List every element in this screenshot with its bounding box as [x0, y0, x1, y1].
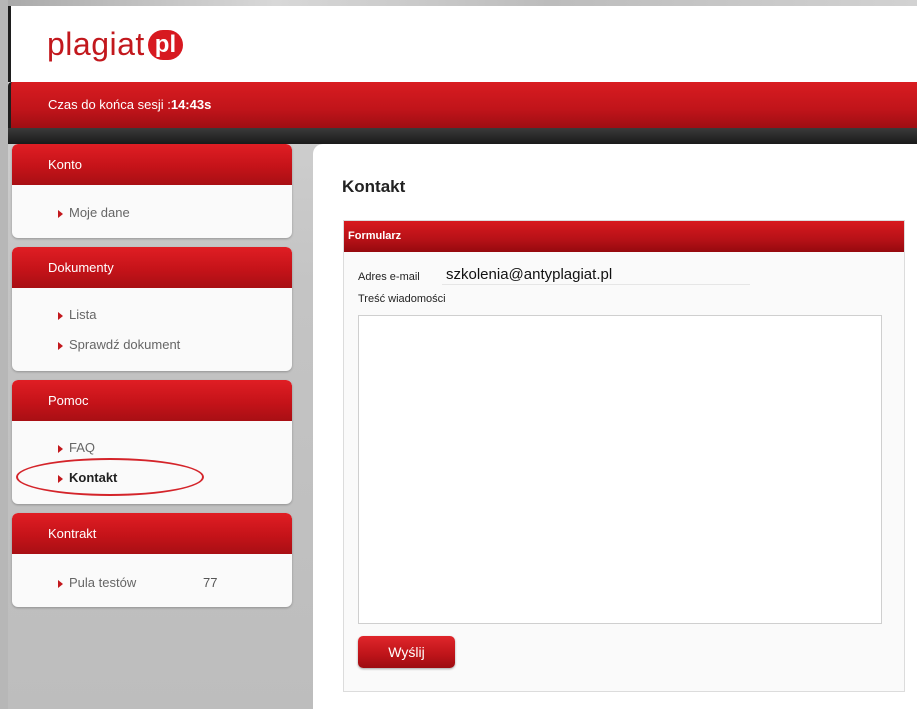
triangle-right-icon [58, 445, 63, 453]
sidebar-item-moje-dane[interactable]: Moje dane [12, 198, 292, 228]
triangle-right-icon [58, 210, 63, 218]
session-bar: Czas do końca sesji :14:43s [8, 82, 917, 128]
form-header: Formularz [344, 221, 904, 252]
triangle-right-icon [58, 342, 63, 350]
sidebar-item-lista[interactable]: Lista [12, 300, 292, 330]
plagiat-logo[interactable]: plagiat pl [47, 22, 184, 62]
session-label: Czas do końca sesji : [48, 97, 171, 112]
page-title: Kontakt [342, 177, 406, 196]
email-field[interactable] [442, 264, 750, 285]
email-label: Adres e-mail [358, 271, 420, 283]
window-frame-left [0, 0, 8, 709]
app-header: plagiat pl [8, 6, 917, 82]
message-label: Treść wiadomości [358, 293, 446, 305]
contact-form-panel: Formularz Adres e-mail Treść wiadomości … [343, 220, 905, 692]
sidebar-item-label: Sprawdź dokument [69, 337, 181, 352]
sidebar-item-pula-testow[interactable]: Pula testów 77 [12, 568, 292, 598]
sidebar-item-faq[interactable]: FAQ [12, 433, 292, 463]
triangle-right-icon [58, 312, 63, 320]
sidebar-section-title: Kontrakt [12, 513, 292, 554]
sidebar-item-label: Pula testów [69, 575, 137, 590]
sidebar-item-label: Kontakt [69, 470, 118, 485]
sidebar-section-title: Konto [12, 144, 292, 185]
send-button[interactable]: Wyślij [358, 636, 455, 668]
header-shadow-band [8, 128, 917, 144]
logo-badge: pl [147, 30, 184, 60]
sidebar-section-title: Pomoc [12, 380, 292, 421]
sidebar-section-kontrakt: Kontrakt Pula testów 77 [12, 513, 292, 607]
sidebar-section-dokumenty: Dokumenty Lista Sprawdź dokument [12, 247, 292, 371]
logo-text: plagiat [47, 26, 145, 62]
sidebar-item-label: Moje dane [69, 205, 130, 220]
sidebar-item-label: FAQ [69, 440, 96, 455]
session-timer: Czas do końca sesji :14:43s [48, 97, 211, 112]
message-textarea[interactable] [358, 315, 882, 624]
sidebar-section-konto: Konto Moje dane [12, 144, 292, 238]
sidebar-item-label: Lista [69, 307, 97, 322]
triangle-right-icon [58, 580, 63, 588]
main-content: Kontakt Formularz Adres e-mail Treść wia… [313, 144, 917, 709]
sidebar-section-title: Dokumenty [12, 247, 292, 288]
test-pool-count: 77 [203, 575, 218, 590]
sidebar-section-pomoc: Pomoc FAQ Kontakt [12, 380, 292, 504]
sidebar-item-sprawdz-dokument[interactable]: Sprawdź dokument [12, 330, 292, 360]
triangle-right-icon [58, 475, 63, 483]
session-time: 14:43s [170, 97, 212, 112]
sidebar-item-kontakt[interactable]: Kontakt [12, 463, 292, 493]
